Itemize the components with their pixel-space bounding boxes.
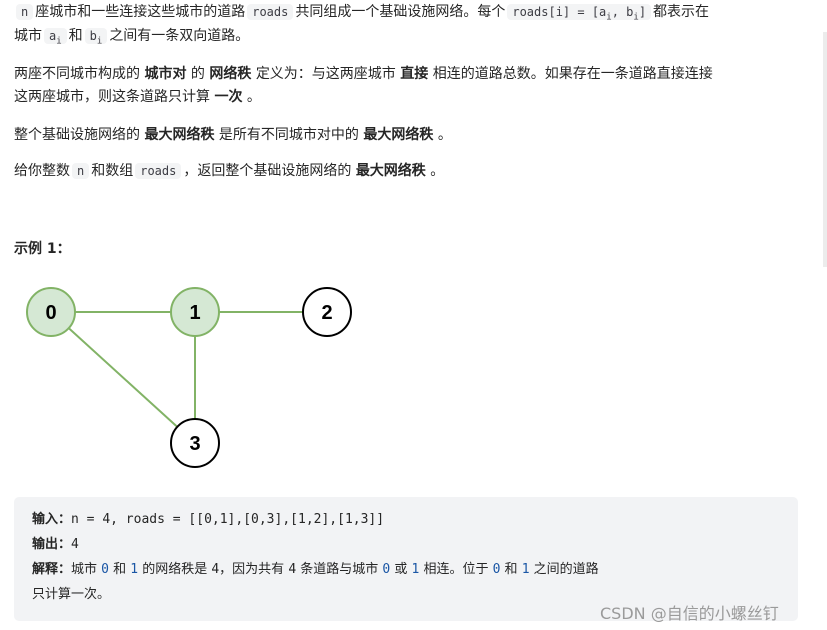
code-roads: roads bbox=[135, 163, 182, 179]
text: 两座不同城市构成的 bbox=[14, 66, 140, 82]
bold-term: 直接 bbox=[400, 66, 429, 82]
example-explanation-line-2: 只计算一次。 bbox=[32, 583, 110, 607]
code-roads-i: roads[i] = [ai, bi] bbox=[507, 4, 652, 22]
text: 相连的道路总数。如果存在一条道路直接连接 bbox=[432, 66, 713, 82]
text: 只计算一次。 bbox=[32, 587, 111, 602]
code-a-i: ai bbox=[44, 28, 67, 47]
text: 的 bbox=[190, 66, 205, 82]
task-statement: 给你整数 n 和数组 roads ，返回整个基础设施网络的 最大网络秩 。 bbox=[14, 159, 444, 183]
text: 。 bbox=[437, 127, 452, 143]
text: ，返回整个基础设施网络的 bbox=[183, 163, 352, 179]
example-graph: 0 1 2 3 bbox=[26, 287, 352, 468]
code-n: n bbox=[72, 163, 90, 179]
text: 整个基础设施网络的 bbox=[14, 127, 140, 143]
code-part: b bbox=[89, 29, 97, 43]
output-label: 输出： bbox=[32, 537, 72, 552]
number: 4 bbox=[211, 562, 220, 577]
text: 城市 bbox=[14, 28, 42, 44]
text: 是所有不同城市对中的 bbox=[218, 127, 359, 143]
bold-term: 网络秩 bbox=[209, 66, 252, 82]
number: 1 bbox=[130, 562, 139, 577]
code-roads: roads bbox=[247, 4, 294, 20]
text: 都表示在 bbox=[653, 4, 710, 20]
text: 给你整数 bbox=[14, 163, 70, 179]
text: 相连。位于 bbox=[419, 562, 493, 577]
number: 4 bbox=[288, 562, 297, 577]
number: 1 bbox=[521, 562, 530, 577]
text: 和数组 bbox=[91, 163, 134, 179]
definition-line-2: 这两座城市，则这条道路只计算 一次 。 bbox=[14, 85, 261, 109]
code-part: roads[i] = [a bbox=[512, 5, 607, 19]
max-rank-definition: 整个基础设施网络的 最大网络秩 是所有不同城市对中的 最大网络秩 。 bbox=[14, 123, 452, 147]
text: 条道路与城市 bbox=[296, 562, 383, 577]
example-title: 示例 1： bbox=[14, 241, 71, 257]
input-label: 输入： bbox=[32, 512, 72, 527]
code-n: n bbox=[16, 4, 34, 20]
code-b-i: bi bbox=[84, 28, 108, 47]
scrollbar[interactable] bbox=[823, 32, 827, 267]
bold-term: 最大网络秩 bbox=[144, 127, 215, 143]
output-value: 4 bbox=[71, 537, 79, 552]
text: 之间的道路 bbox=[529, 562, 599, 577]
text: 。 bbox=[430, 163, 445, 179]
text: 之间有一条双向道路。 bbox=[109, 28, 250, 44]
graph-node-label-0: 0 bbox=[45, 302, 56, 324]
text: ，因为共有 bbox=[219, 562, 289, 577]
text: 座城市和一些连接这些城市的道路 bbox=[35, 4, 246, 20]
text: 和 bbox=[68, 28, 83, 44]
code-part: ] bbox=[638, 5, 647, 19]
graph-node-label-3: 3 bbox=[189, 433, 200, 455]
text: 或 bbox=[390, 562, 412, 577]
bold-term: 城市对 bbox=[144, 66, 187, 82]
text: 。 bbox=[246, 89, 261, 105]
number: 0 bbox=[101, 562, 109, 577]
text: 和 bbox=[108, 562, 131, 577]
text: 共同组成一个基础设施网络。每个 bbox=[295, 4, 506, 20]
text: 和 bbox=[500, 562, 522, 577]
definition-line-1: 两座不同城市构成的 城市对 的 网络秩 定义为：与这两座城市 直接 相连的道路总… bbox=[14, 62, 713, 86]
bold-term: 一次 bbox=[214, 89, 243, 105]
watermark: CSDN @自信的小螺丝钉 bbox=[600, 604, 779, 623]
bold-term: 最大网络秩 bbox=[355, 163, 426, 179]
text: 城市 bbox=[71, 562, 102, 577]
graph-node-label-1: 1 bbox=[189, 302, 200, 324]
subscript: i bbox=[96, 36, 103, 47]
example-output: 输出：4 bbox=[32, 533, 79, 557]
bold-term: 最大网络秩 bbox=[363, 127, 434, 143]
graph-edge-0-3 bbox=[50, 311, 196, 444]
example-input: 输入：n = 4, roads = [[0,1],[0,3],[1,2],[1,… bbox=[32, 508, 384, 532]
subscript: i bbox=[56, 36, 62, 47]
input-value: n = 4, roads = [[0,1],[0,3],[1,2],[1,3]] bbox=[71, 512, 385, 527]
graph-node-label-2: 2 bbox=[321, 302, 332, 324]
text: 定义为：与这两座城市 bbox=[255, 66, 396, 82]
code-part: , b bbox=[611, 5, 634, 19]
text: 的网络秩是 bbox=[138, 562, 212, 577]
problem-statement-line-2: 城市 ai 和 bi 之间有一条双向道路。 bbox=[14, 24, 249, 53]
example-explanation: 解释：城市 0 和 1 的网络秩是 4，因为共有 4 条道路与城市 0 或 1 … bbox=[32, 558, 599, 582]
text: 这两座城市，则这条道路只计算 bbox=[14, 89, 210, 105]
explain-label: 解释： bbox=[32, 562, 72, 577]
